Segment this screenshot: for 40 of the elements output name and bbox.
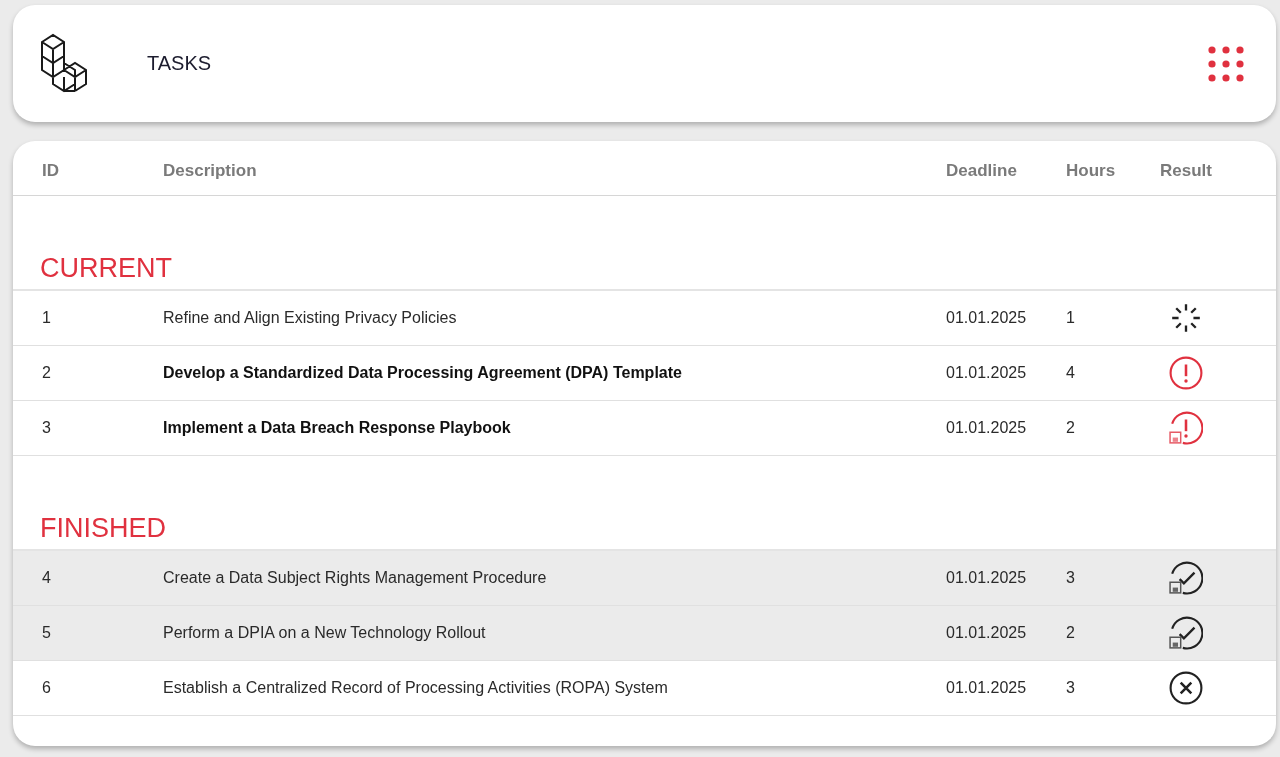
table-cell-text: Implement a Data Breach Response Playbook [163, 419, 512, 437]
section-title: FINISHED [40, 513, 166, 544]
table-cell-text: 2 [1066, 624, 1076, 642]
table-cell-text: Refine and Align Existing Privacy Policies [163, 309, 458, 327]
column-header: Result [1160, 161, 1213, 181]
table-row[interactable]: 2 Develop a Standardized Data Processing Agreement (DPA) Template 01.01.2025 4 [13, 346, 1276, 401]
table-cell-text: 4 [1066, 364, 1076, 382]
table-cell-text: 1 [1066, 309, 1076, 327]
table-cell-text: 3 [1066, 569, 1076, 587]
section-title: CURRENT [40, 253, 172, 284]
table-row[interactable]: 5 Perform a DPIA on a New Technology Rollout 01.01.2025 2 [13, 606, 1276, 661]
table-cell-text: 2 [42, 364, 52, 382]
table-cell-text: Create a Data Subject Rights Management Procedure [163, 569, 548, 587]
column-header: Description [163, 161, 258, 181]
table-cell-text: Perform a DPIA on a New Technology Rollout [163, 624, 487, 642]
table-cell-text: 01.01.2025 [946, 624, 1028, 642]
table-cell-text: 01.01.2025 [946, 679, 1028, 697]
table-cell-text: 4 [42, 569, 52, 587]
table-row[interactable]: 4 Create a Data Subject Rights Management Procedure 01.01.2025 3 [13, 551, 1276, 606]
table-cell-text: 01.01.2025 [946, 419, 1028, 437]
table-cell-text: Establish a Centralized Record of Processing Activities (ROPA) System [163, 679, 669, 697]
column-header: Deadline [946, 161, 1018, 181]
table-cell-text: 01.01.2025 [946, 364, 1028, 382]
column-header: Hours [1066, 161, 1117, 181]
table-cell-text: 3 [1066, 679, 1076, 697]
page-title: TASKS [147, 52, 213, 75]
cubes-logo-icon [40, 32, 88, 95]
column-header: ID [42, 161, 60, 181]
table-cell-text: 01.01.2025 [946, 309, 1028, 327]
apps-grid-icon[interactable] [1208, 45, 1244, 82]
table-cell-text: Develop a Standardized Data Processing Agreement (DPA) Template [163, 364, 683, 382]
table-cell-text: 1 [42, 309, 52, 327]
table-row[interactable]: 3 Implement a Data Breach Response Playbook 01.01.2025 2 [13, 401, 1276, 456]
table-row[interactable]: 6 Establish a Centralized Record of Processing Activities (ROPA) System 01.01.2025 3 [13, 661, 1276, 716]
table-cell-text: 6 [42, 679, 52, 697]
table-cell-text: 5 [42, 624, 52, 642]
table-cell-text: 2 [1066, 419, 1076, 437]
table-cell-text: 01.01.2025 [946, 569, 1028, 587]
table-cell-text: 3 [42, 419, 52, 437]
table-row[interactable]: 1 Refine and Align Existing Privacy Policies 01.01.2025 1 [13, 291, 1276, 346]
